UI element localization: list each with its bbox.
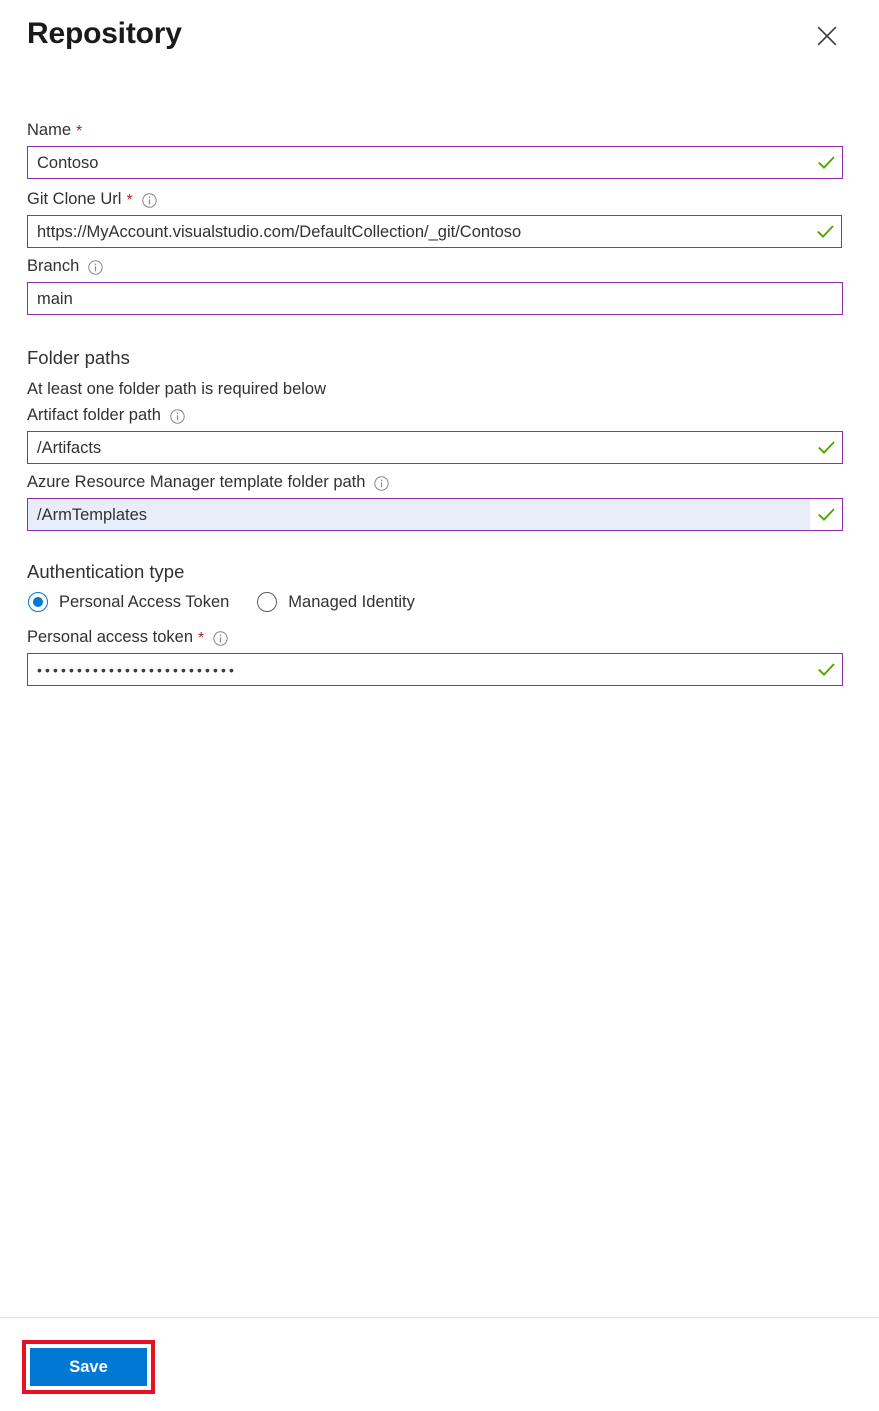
- valid-check-icon: [810, 432, 842, 463]
- name-input[interactable]: Contoso: [27, 146, 843, 179]
- artifact-folder-path-input-value: /Artifacts: [37, 438, 102, 457]
- save-button[interactable]: Save: [30, 1348, 147, 1386]
- radio-managed-identity[interactable]: Managed Identity: [257, 591, 415, 613]
- required-indicator: *: [198, 630, 205, 647]
- git-clone-url-label-text: Git Clone Url: [27, 190, 122, 208]
- radio-mark-icon: [28, 592, 48, 612]
- required-indicator: *: [76, 123, 83, 140]
- branch-input[interactable]: main: [27, 282, 843, 315]
- radio-mark-icon: [257, 592, 278, 612]
- personal-access-token-input[interactable]: •••••••••••••••••••••••••: [27, 653, 843, 686]
- folder-paths-subtitle: At least one folder path is required bel…: [27, 380, 327, 398]
- arm-template-folder-path-label: Azure Resource Manager template folder p…: [27, 470, 879, 494]
- info-icon[interactable]: [88, 259, 103, 275]
- name-input-value: Contoso: [37, 153, 99, 172]
- branch-label: Branch: [27, 254, 879, 278]
- artifact-folder-path-label: Artifact folder path: [27, 403, 879, 427]
- info-icon[interactable]: [170, 408, 185, 424]
- blade-header: Repository: [0, 0, 879, 72]
- repository-form: Name * Contoso Git Clone Url * https://M…: [0, 118, 879, 686]
- arm-template-folder-path-input-value: /ArmTemplates: [37, 505, 148, 524]
- name-label: Name *: [27, 118, 879, 142]
- arm-template-folder-path-label-text: Azure Resource Manager template folder p…: [27, 473, 366, 491]
- radio-managed-identity-label: Managed Identity: [288, 593, 415, 611]
- artifact-folder-path-label-text: Artifact folder path: [27, 406, 161, 424]
- valid-check-icon: [810, 147, 842, 178]
- personal-access-token-label-text: Personal access token: [27, 628, 194, 646]
- arm-template-folder-path-input[interactable]: /ArmTemplates: [27, 498, 843, 531]
- folder-paths-heading: Folder paths: [27, 347, 130, 368]
- git-clone-url-input-value: https://MyAccount.visualstudio.com/Defau…: [37, 222, 522, 241]
- info-icon[interactable]: [141, 192, 157, 208]
- branch-label-text: Branch: [27, 257, 80, 275]
- valid-check-icon: [810, 499, 842, 530]
- artifact-folder-path-input[interactable]: /Artifacts: [27, 431, 843, 464]
- page-title: Repository: [27, 17, 182, 50]
- info-icon[interactable]: [213, 630, 228, 646]
- branch-input-value: main: [37, 289, 73, 308]
- authentication-type-radio-group: Personal Access Token Managed Identity: [28, 591, 879, 613]
- valid-check-icon: [810, 654, 842, 685]
- authentication-type-heading: Authentication type: [27, 561, 185, 582]
- git-clone-url-label: Git Clone Url *: [27, 187, 879, 211]
- close-icon: [816, 25, 838, 47]
- radio-personal-access-token[interactable]: Personal Access Token: [28, 591, 229, 613]
- name-label-text: Name: [27, 121, 72, 139]
- save-button-annotation: Save: [22, 1340, 155, 1394]
- footer-divider: [0, 1317, 879, 1318]
- info-icon[interactable]: [374, 475, 390, 491]
- required-indicator: *: [126, 192, 133, 209]
- radio-personal-access-token-label: Personal Access Token: [59, 593, 230, 611]
- valid-check-icon: [809, 216, 841, 247]
- git-clone-url-input[interactable]: https://MyAccount.visualstudio.com/Defau…: [27, 215, 842, 248]
- close-button[interactable]: [811, 20, 843, 52]
- personal-access-token-input-value: •••••••••••••••••••••••••: [37, 661, 238, 678]
- personal-access-token-label: Personal access token *: [27, 625, 879, 649]
